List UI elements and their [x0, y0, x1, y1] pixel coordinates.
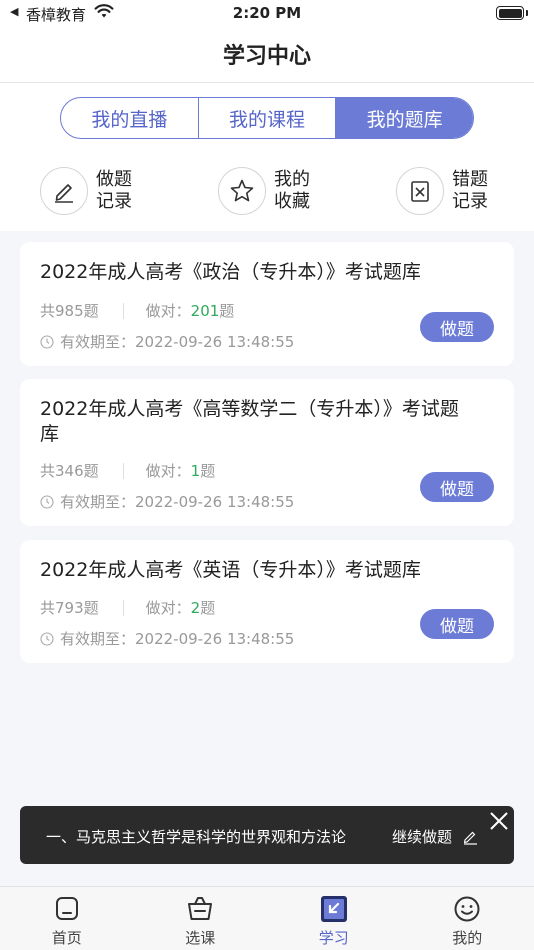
clock-icon [40, 494, 54, 509]
continue-practice-banner[interactable]: 一、马克思主义哲学是科学的世界观和方法论 继续做题 [20, 806, 514, 864]
expiry-date: 有效期至：2022-09-26 13:48:55 [60, 630, 295, 648]
total-count: 共985题 [40, 302, 99, 320]
card-stats: 共346题 做对： 1 题 [40, 460, 215, 481]
card-title: 2022年成人高考《英语（专升本）》考试题库 [40, 559, 421, 581]
clock-icon [40, 631, 54, 646]
status-bar: ◀ 香樟教育 2:20 PM [0, 0, 534, 28]
tab-mine[interactable]: 我的 [401, 887, 534, 950]
tab-label: 我的 [452, 929, 483, 947]
card-title: 2022年成人高考《政治（专升本）》考试题库 [40, 261, 421, 283]
my-favorites-shortcut[interactable]: 我的 收藏 [218, 167, 314, 215]
correct-unit: 题 [219, 302, 235, 320]
tab-choose-course[interactable]: 选课 [134, 887, 268, 950]
question-bank-card[interactable]: 2022年成人高考《高等数学二（专升本）》考试题库 共346题 做对： 1 题 有效… [20, 379, 514, 526]
clock-icon [40, 334, 54, 349]
tab-my-question-bank[interactable]: 我的题库 [336, 98, 473, 138]
nav-bar: 学习中心 [0, 28, 534, 83]
star-icon [218, 167, 266, 215]
shortcut-label: 我的 收藏 [274, 169, 310, 212]
top-panel: 我的直播 我的课程 我的题库 做题 记录 我的 收藏 错题 记录 [0, 83, 534, 231]
smiley-icon [454, 896, 480, 922]
home-icon [55, 897, 78, 920]
tab-home[interactable]: 首页 [0, 887, 134, 950]
page-title: 学习中心 [222, 44, 311, 69]
expiry-date: 有效期至：2022-09-26 13:48:55 [60, 493, 295, 511]
expiry-row: 有效期至：2022-09-26 13:48:55 [40, 491, 294, 512]
expiry-date: 有效期至：2022-09-26 13:48:55 [60, 333, 295, 351]
card-stats: 共793题 做对： 2 题 [40, 597, 215, 618]
tab-label: 选课 [185, 929, 216, 947]
do-questions-button[interactable]: 做题 [420, 472, 494, 502]
continue-label: 继续做题 [392, 828, 453, 846]
tab-my-courses[interactable]: 我的课程 [199, 98, 337, 138]
total-count: 共346题 [40, 462, 99, 480]
do-questions-button[interactable]: 做题 [420, 609, 494, 639]
battery-cap [526, 10, 528, 16]
battery-icon [496, 6, 524, 20]
pen-icon [463, 831, 478, 845]
tab-label: 学习 [318, 929, 349, 947]
pencil-icon [40, 167, 88, 215]
shortcut-label: 做题 记录 [96, 169, 132, 212]
continue-practice-button[interactable]: 继续做题 [392, 826, 478, 847]
correct-count: 2 [190, 598, 201, 617]
correct-label: 做对： [145, 302, 191, 320]
last-question-text: 一、马克思主义哲学是科学的世界观和方法论 [46, 828, 347, 846]
card-stats: 共985题 做对： 201 题 [40, 300, 234, 321]
correct-count: 201 [190, 301, 220, 320]
do-questions-button[interactable]: 做题 [420, 312, 494, 342]
correct-label: 做对： [145, 599, 191, 617]
study-icon [320, 896, 347, 922]
practice-record-shortcut[interactable]: 做题 记录 [40, 167, 136, 215]
basket-icon [188, 897, 213, 920]
bottom-tab-bar: 首页 选课 学习 我的 [0, 886, 534, 950]
correct-unit: 题 [200, 462, 216, 480]
correct-count: 1 [190, 461, 201, 480]
expiry-row: 有效期至：2022-09-26 13:48:55 [40, 331, 294, 352]
tab-my-live[interactable]: 我的直播 [61, 98, 199, 138]
close-icon[interactable] [488, 810, 510, 832]
question-bank-card[interactable]: 2022年成人高考《政治（专升本）》考试题库 共985题 做对： 201 题 有效期… [20, 242, 514, 366]
wrong-answer-shortcut[interactable]: 错题 记录 [396, 167, 492, 215]
expiry-row: 有效期至：2022-09-26 13:48:55 [40, 628, 294, 649]
total-count: 共793题 [40, 599, 99, 617]
clock-time: 2:20 PM [232, 4, 302, 22]
card-title: 2022年成人高考《高等数学二（专升本）》考试题库 [40, 398, 459, 445]
shortcut-label: 错题 记录 [452, 169, 488, 212]
segment-control: 我的直播 我的课程 我的题库 [60, 97, 474, 139]
correct-label: 做对： [145, 462, 191, 480]
tab-study[interactable]: 学习 [267, 887, 401, 950]
wrong-answer-icon [396, 167, 444, 215]
question-bank-card[interactable]: 2022年成人高考《英语（专升本）》考试题库 共793题 做对： 2 题 有效期至：… [20, 540, 514, 663]
tab-label: 首页 [51, 929, 82, 947]
correct-unit: 题 [200, 599, 216, 617]
